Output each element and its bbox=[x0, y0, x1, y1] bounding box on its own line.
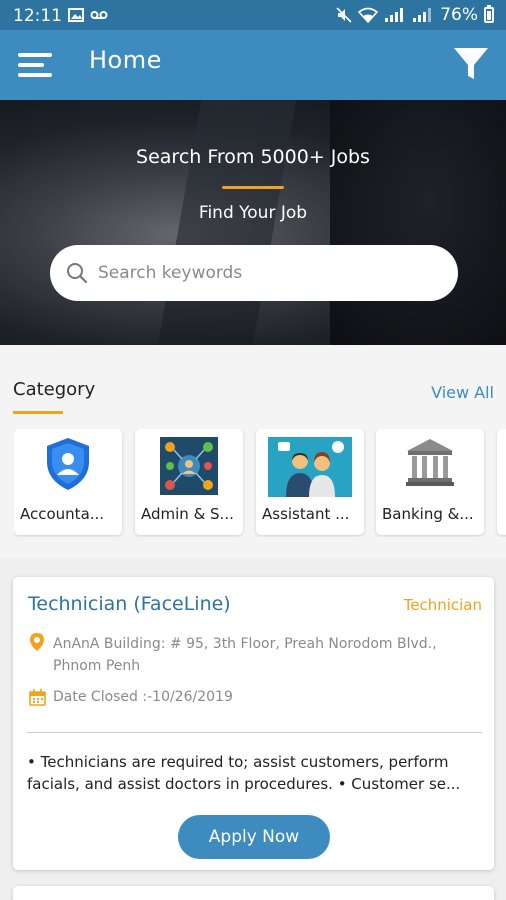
wifi-icon bbox=[358, 7, 379, 23]
divider bbox=[27, 732, 482, 733]
job-address: AnAnA Building: # 95, 3th Floor, Preah N… bbox=[53, 636, 437, 674]
job-title[interactable]: Technician (FaceLine) bbox=[28, 593, 231, 615]
category-label: Admin & S... bbox=[141, 505, 234, 523]
search-input[interactable] bbox=[98, 253, 438, 293]
category-card-banking[interactable]: Banking &... bbox=[376, 429, 484, 535]
voicemail-icon bbox=[90, 11, 108, 19]
job-category-tag: Technician bbox=[403, 596, 482, 614]
category-label: Banking &... bbox=[382, 505, 474, 523]
category-label: Accounta... bbox=[20, 505, 105, 523]
page-title: Home bbox=[89, 46, 162, 74]
hero-accent-line bbox=[222, 186, 284, 189]
signal-icon bbox=[413, 8, 432, 22]
category-card-admin[interactable]: Admin & S... bbox=[135, 429, 243, 535]
category-card-accounting[interactable]: Accounta... bbox=[14, 429, 122, 535]
category-title: Category bbox=[13, 379, 96, 400]
calendar-icon bbox=[29, 689, 46, 706]
category-card-partial[interactable] bbox=[497, 429, 506, 535]
shield-user-icon bbox=[47, 438, 89, 490]
job-card[interactable]: Technician (FaceLine) Technician AnAnA B… bbox=[13, 577, 494, 870]
hero-title: Search From 5000+ Jobs bbox=[136, 146, 370, 168]
image-icon bbox=[68, 8, 84, 22]
job-card[interactable] bbox=[13, 886, 494, 900]
battery-percent: 76% bbox=[440, 5, 478, 25]
bank-icon bbox=[406, 439, 454, 486]
category-list: Accounta... Admin & S... Assistant ... B… bbox=[14, 429, 506, 537]
filter-icon bbox=[454, 48, 488, 79]
admin-network-icon bbox=[160, 437, 218, 495]
hero-subtitle: Find Your Job bbox=[198, 203, 308, 223]
mute-icon bbox=[336, 7, 352, 23]
app-bar: Home bbox=[0, 30, 506, 100]
filter-button[interactable] bbox=[453, 46, 489, 82]
job-date-closed: Date Closed :-10/26/2019 bbox=[53, 689, 233, 705]
battery-icon bbox=[484, 5, 494, 23]
status-bar: 12:11 76% bbox=[0, 0, 506, 30]
assistant-people-icon bbox=[268, 437, 352, 497]
signal-icon bbox=[385, 8, 404, 22]
view-all-link[interactable]: View All bbox=[431, 383, 494, 402]
apply-now-button[interactable]: Apply Now bbox=[178, 815, 330, 859]
category-card-assistant[interactable]: Assistant ... bbox=[256, 429, 364, 535]
category-label: Assistant ... bbox=[262, 505, 350, 523]
search-icon bbox=[67, 263, 88, 284]
status-time: 12:11 bbox=[13, 6, 62, 26]
search-box[interactable] bbox=[50, 245, 458, 301]
hero-banner: Search From 5000+ Jobs Find Your Job bbox=[0, 100, 506, 345]
location-pin-icon bbox=[30, 633, 44, 651]
hamburger-icon bbox=[18, 53, 52, 57]
category-section: Category View All Accounta... Admin & S.… bbox=[0, 345, 506, 558]
menu-button[interactable] bbox=[18, 51, 52, 79]
job-description: • Technicians are required to; assist cu… bbox=[27, 753, 461, 793]
category-underline bbox=[13, 411, 63, 414]
